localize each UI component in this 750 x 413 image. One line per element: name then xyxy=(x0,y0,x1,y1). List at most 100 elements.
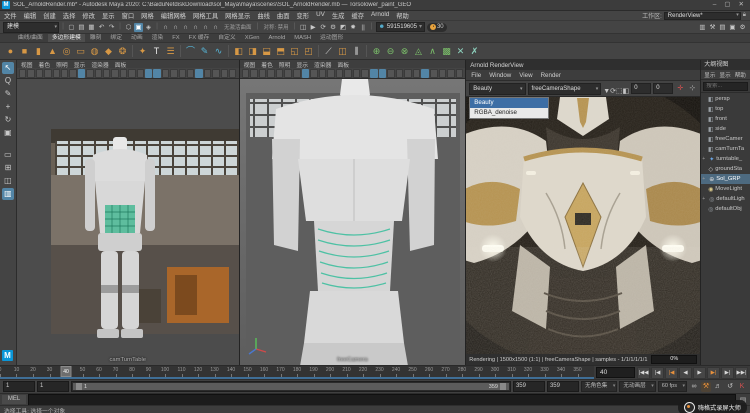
shelf-poly-cylinder-icon[interactable]: ▮ xyxy=(32,45,45,58)
render-settings-icon[interactable]: ⚙ xyxy=(329,23,338,32)
render-view-icon[interactable]: ◫ xyxy=(299,23,308,32)
pixel-probe-icon[interactable]: ✛ xyxy=(675,84,685,94)
expand-icon[interactable]: + xyxy=(702,156,707,162)
close-button[interactable]: ✕ xyxy=(739,1,744,9)
open-scene-icon[interactable]: ▤ xyxy=(77,23,86,32)
gamma-field[interactable]: 0 xyxy=(653,83,674,94)
isolate-select-icon[interactable] xyxy=(447,68,455,78)
outliner-menu-2[interactable]: 帮助 xyxy=(735,71,746,79)
outliner-item-groundsta[interactable]: ◇ groundSta xyxy=(701,164,750,174)
outliner-search-input[interactable] xyxy=(703,81,748,91)
textured-icon[interactable] xyxy=(153,68,161,78)
shelf-poly-cone-icon[interactable]: ▲ xyxy=(46,45,59,58)
shelf-boolean-intersection-icon[interactable]: ⊗ xyxy=(398,45,411,58)
shadows-icon[interactable] xyxy=(395,68,404,78)
play-forward-button[interactable]: ▶ xyxy=(693,366,706,379)
snap-to-projected-center-icon[interactable]: ∩ xyxy=(191,23,200,32)
anim-layer-dropdown[interactable]: 无动画层 xyxy=(619,381,656,392)
shelf-tab-3[interactable]: 绑定 xyxy=(106,34,127,42)
select-object-icon[interactable]: ▣ xyxy=(134,22,143,32)
outliner-item-sol_grp[interactable]: + ⊕ Sol_GRP xyxy=(701,174,750,184)
single-pane-layout-button[interactable]: ▭ xyxy=(2,149,14,161)
animation-end-field[interactable]: 359 xyxy=(546,381,579,392)
motion-blur-icon[interactable] xyxy=(187,68,195,78)
aov-option-0[interactable]: Beauty xyxy=(470,98,549,108)
minimize-button[interactable]: – xyxy=(713,1,717,9)
lights-icon[interactable] xyxy=(387,68,395,78)
render-current-frame-icon[interactable]: ▶ xyxy=(309,23,318,32)
shelf-tab-1[interactable]: 多边形建模 xyxy=(47,34,85,42)
main-menu-item-10[interactable]: 网格显示 xyxy=(225,11,250,20)
gate-mask-icon[interactable] xyxy=(327,68,335,78)
outliner-item-side[interactable]: ◧ side xyxy=(701,124,750,134)
shelf-delete-vertex-icon[interactable]: ✗ xyxy=(468,45,481,58)
snap-to-view-plane-icon[interactable]: ∩ xyxy=(201,23,210,32)
range-start-handle[interactable] xyxy=(76,383,82,390)
shelf-boolean-difference-icon[interactable]: ⊖ xyxy=(384,45,397,58)
outliner-item-turntable_[interactable]: + ✦ turntable_ xyxy=(701,154,750,164)
new-scene-icon[interactable]: ▢ xyxy=(67,23,76,32)
select-tool[interactable]: ↖ xyxy=(1,62,14,74)
main-menu-item-7[interactable]: 网格 xyxy=(141,11,154,20)
film-gate-icon[interactable] xyxy=(310,68,318,78)
step-back-frame-button[interactable]: |◀ xyxy=(651,366,664,379)
shelf-bridge-icon[interactable]: ∧ xyxy=(426,45,439,58)
shelf-sweep-mesh-icon[interactable]: ✦ xyxy=(136,45,149,58)
workspace-lock-icon[interactable]: 🔒︎ xyxy=(743,12,746,19)
image-plane-icon[interactable] xyxy=(275,68,284,78)
step-forward-frame-button[interactable]: ▶| xyxy=(721,366,734,379)
timeline-track[interactable]: 0 10 20 30 40 50 60 70 80 90 100 110 120 130 140 150 160… xyxy=(0,366,594,379)
shelf-mirror-icon[interactable]: ▩ xyxy=(440,45,453,58)
shelf-bevel-icon[interactable]: ◬ xyxy=(412,45,425,58)
shelf-append-polygon-icon[interactable]: ⟋ xyxy=(322,45,335,58)
shelf-ep-curve-icon[interactable]: ⌒ xyxy=(184,45,197,58)
outliner-item-movelight[interactable]: ◉ MoveLight xyxy=(701,184,750,194)
main-menu-item-13[interactable]: 变形 xyxy=(297,11,310,20)
modeling-toolkit-toggle-icon[interactable]: ▣ xyxy=(728,23,737,32)
resolution-gate-icon[interactable] xyxy=(94,68,102,78)
attribute-editor-toggle-icon[interactable]: ▥ xyxy=(698,23,707,32)
viewport-freecamera-canvas[interactable]: freeCamera xyxy=(239,79,466,365)
range-slider-handle[interactable]: 1 359 xyxy=(73,383,509,390)
pause-ipr-icon[interactable]: || xyxy=(359,23,368,32)
rotate-tool[interactable]: ↻ xyxy=(2,114,14,126)
renderview-menu-file[interactable]: File xyxy=(471,72,481,79)
shelf-poly-plane-icon[interactable]: ▭ xyxy=(74,45,87,58)
outliner-item-persp[interactable]: ◧ persp xyxy=(701,94,750,104)
camera-attributes-icon[interactable] xyxy=(258,68,267,78)
xray-icon[interactable] xyxy=(455,68,464,78)
lock-camera-icon[interactable] xyxy=(250,68,258,78)
shelf-separate-icon[interactable]: ◨ xyxy=(246,45,259,58)
resolution-gate-icon[interactable] xyxy=(318,68,327,78)
shelf-type-tool-icon[interactable]: T xyxy=(150,45,163,58)
shelf-poly-disc-icon[interactable]: ◍ xyxy=(88,45,101,58)
anti-aliasing-icon[interactable] xyxy=(421,68,429,78)
maximize-button[interactable]: ▢ xyxy=(724,1,730,9)
shaded-icon[interactable] xyxy=(370,68,378,78)
renderview-menu-window[interactable]: Window xyxy=(489,72,511,79)
screen-space-ao-icon[interactable] xyxy=(178,68,187,78)
shelf-tab-4[interactable]: 动画 xyxy=(127,34,147,42)
isolate-select-icon[interactable] xyxy=(220,68,229,78)
current-frame-field[interactable]: 40 xyxy=(596,367,635,378)
undo-icon[interactable]: ↶ xyxy=(97,23,106,32)
shelf-tab-8[interactable]: 自定义 xyxy=(214,34,240,42)
shelf-tab-2[interactable]: 雕刻 xyxy=(85,34,106,42)
shelf-tab-12[interactable]: 运动图形 xyxy=(316,34,348,42)
paint-select-tool[interactable]: ✎ xyxy=(2,88,14,100)
playback-start-field[interactable]: 1 xyxy=(37,381,69,392)
redo-icon[interactable]: ↷ xyxy=(107,23,116,32)
select-component-icon[interactable]: ◈ xyxy=(144,23,153,32)
channel-box-toggle-icon[interactable]: ▤ xyxy=(718,23,727,32)
lock-camera-icon[interactable] xyxy=(27,68,35,78)
renderview-menu-view[interactable]: View xyxy=(519,72,532,79)
main-menu-item-8[interactable]: 编辑网格 xyxy=(161,11,186,20)
main-menu-item-17[interactable]: Arnold xyxy=(371,11,389,20)
gate-mask-icon[interactable] xyxy=(102,68,111,78)
outliner-menu-1[interactable]: 显示 xyxy=(719,71,730,79)
tool-settings-toggle-icon[interactable]: ⚒ xyxy=(708,23,717,32)
motion-blur-icon[interactable] xyxy=(412,68,421,78)
animation-preferences-icon[interactable]: ⚒ xyxy=(701,381,711,392)
select-hierarchy-icon[interactable]: ⬡ xyxy=(124,23,133,32)
grid-icon[interactable] xyxy=(301,68,310,78)
